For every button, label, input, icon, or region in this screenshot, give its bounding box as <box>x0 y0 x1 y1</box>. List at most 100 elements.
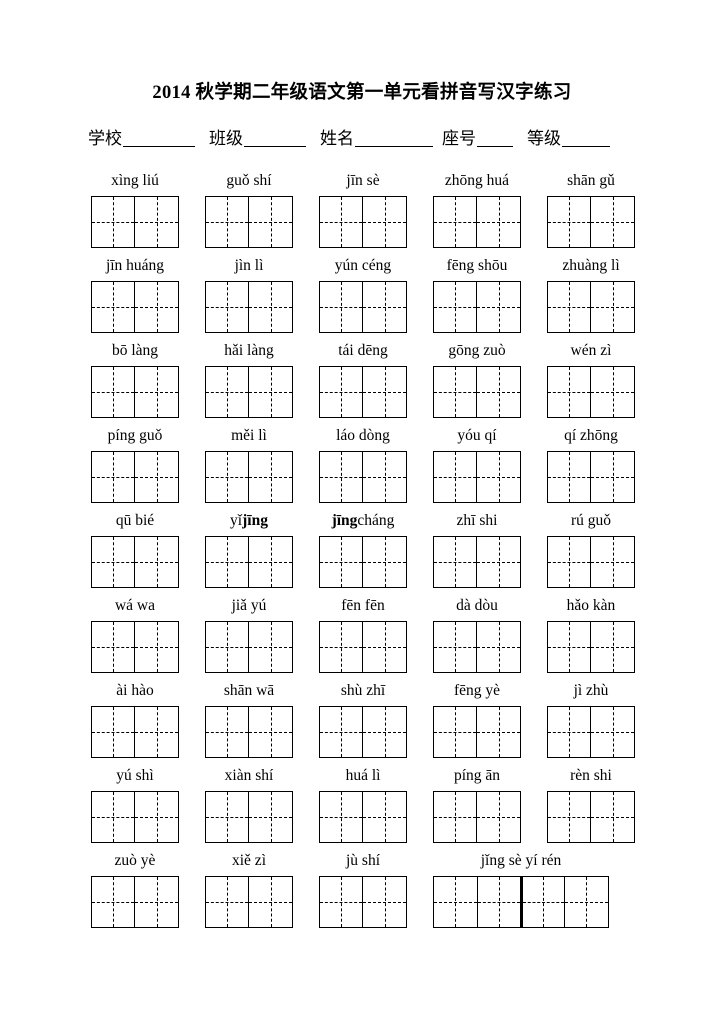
character-cell[interactable] <box>135 282 178 332</box>
character-cell[interactable] <box>249 877 292 927</box>
character-cell[interactable] <box>434 282 478 332</box>
character-cell[interactable] <box>206 452 250 502</box>
character-cell[interactable] <box>135 537 178 587</box>
character-cell[interactable] <box>434 197 478 247</box>
character-cell[interactable] <box>135 877 178 927</box>
character-cell[interactable] <box>320 452 364 502</box>
info-field-blank[interactable] <box>562 131 610 147</box>
character-grid[interactable] <box>91 876 179 928</box>
character-grid[interactable] <box>433 196 521 248</box>
info-field-blank[interactable] <box>355 131 433 147</box>
character-cell[interactable] <box>591 282 634 332</box>
character-cell[interactable] <box>206 197 250 247</box>
character-grid[interactable] <box>205 366 293 418</box>
character-cell[interactable] <box>591 537 634 587</box>
character-grid[interactable] <box>433 791 521 843</box>
character-grid[interactable] <box>433 621 521 673</box>
character-cell[interactable] <box>249 452 292 502</box>
character-grid[interactable] <box>319 621 407 673</box>
character-cell[interactable] <box>363 537 406 587</box>
character-grid[interactable] <box>91 621 179 673</box>
character-grid[interactable] <box>547 281 635 333</box>
character-cell[interactable] <box>591 622 634 672</box>
character-grid[interactable] <box>91 281 179 333</box>
character-cell[interactable] <box>363 877 406 927</box>
character-grid[interactable] <box>319 706 407 758</box>
character-grid[interactable] <box>319 791 407 843</box>
character-cell[interactable] <box>548 537 592 587</box>
character-grid[interactable] <box>547 536 635 588</box>
character-grid[interactable] <box>433 366 521 418</box>
character-cell[interactable] <box>92 367 136 417</box>
character-cell[interactable] <box>249 707 292 757</box>
character-cell[interactable] <box>477 452 520 502</box>
character-cell[interactable] <box>206 622 250 672</box>
character-cell[interactable] <box>477 197 520 247</box>
character-grid[interactable] <box>547 196 635 248</box>
character-grid[interactable] <box>319 366 407 418</box>
character-cell[interactable] <box>477 537 520 587</box>
character-grid[interactable] <box>547 791 635 843</box>
character-cell[interactable] <box>92 452 136 502</box>
character-cell[interactable] <box>434 622 478 672</box>
character-cell[interactable] <box>135 707 178 757</box>
character-cell[interactable] <box>249 537 292 587</box>
character-grid[interactable] <box>319 536 407 588</box>
character-cell[interactable] <box>363 452 406 502</box>
character-cell[interactable] <box>92 282 136 332</box>
character-grid[interactable] <box>319 281 407 333</box>
character-cell[interactable] <box>564 877 609 927</box>
character-cell[interactable] <box>548 622 592 672</box>
character-grid[interactable] <box>205 876 293 928</box>
character-cell[interactable] <box>434 537 478 587</box>
character-cell[interactable] <box>206 537 250 587</box>
character-cell[interactable] <box>591 197 634 247</box>
character-grid[interactable] <box>205 791 293 843</box>
character-grid[interactable] <box>205 196 293 248</box>
character-cell[interactable] <box>206 707 250 757</box>
character-cell[interactable] <box>320 622 364 672</box>
character-grid[interactable] <box>205 536 293 588</box>
info-field-blank[interactable] <box>477 131 513 147</box>
character-cell[interactable] <box>320 367 364 417</box>
character-cell[interactable] <box>92 877 136 927</box>
character-grid[interactable] <box>91 706 179 758</box>
character-grid[interactable] <box>205 281 293 333</box>
character-cell[interactable] <box>591 367 634 417</box>
character-cell[interactable] <box>320 282 364 332</box>
character-cell[interactable] <box>363 622 406 672</box>
character-grid[interactable] <box>205 621 293 673</box>
character-cell[interactable] <box>548 197 592 247</box>
character-grid[interactable] <box>91 451 179 503</box>
character-grid[interactable] <box>319 876 407 928</box>
character-cell[interactable] <box>320 792 364 842</box>
character-cell[interactable] <box>521 877 565 927</box>
character-cell[interactable] <box>135 792 178 842</box>
character-cell[interactable] <box>434 452 478 502</box>
character-cell[interactable] <box>135 367 178 417</box>
character-cell[interactable] <box>548 792 592 842</box>
character-grid[interactable] <box>547 621 635 673</box>
character-cell[interactable] <box>206 792 250 842</box>
info-field-blank[interactable] <box>244 131 306 147</box>
character-cell[interactable] <box>135 452 178 502</box>
character-cell[interactable] <box>206 367 250 417</box>
character-grid[interactable] <box>91 366 179 418</box>
character-cell[interactable] <box>434 792 478 842</box>
character-cell[interactable] <box>92 792 136 842</box>
character-cell[interactable] <box>320 537 364 587</box>
character-grid[interactable] <box>547 366 635 418</box>
character-grid[interactable] <box>433 876 609 928</box>
character-cell[interactable] <box>434 707 478 757</box>
character-grid[interactable] <box>205 451 293 503</box>
character-cell[interactable] <box>135 622 178 672</box>
character-cell[interactable] <box>363 282 406 332</box>
character-cell[interactable] <box>92 622 136 672</box>
character-cell[interactable] <box>434 367 478 417</box>
character-cell[interactable] <box>249 197 292 247</box>
character-grid[interactable] <box>91 536 179 588</box>
character-cell[interactable] <box>135 197 178 247</box>
character-cell[interactable] <box>591 792 634 842</box>
character-cell[interactable] <box>548 367 592 417</box>
character-cell[interactable] <box>477 282 520 332</box>
